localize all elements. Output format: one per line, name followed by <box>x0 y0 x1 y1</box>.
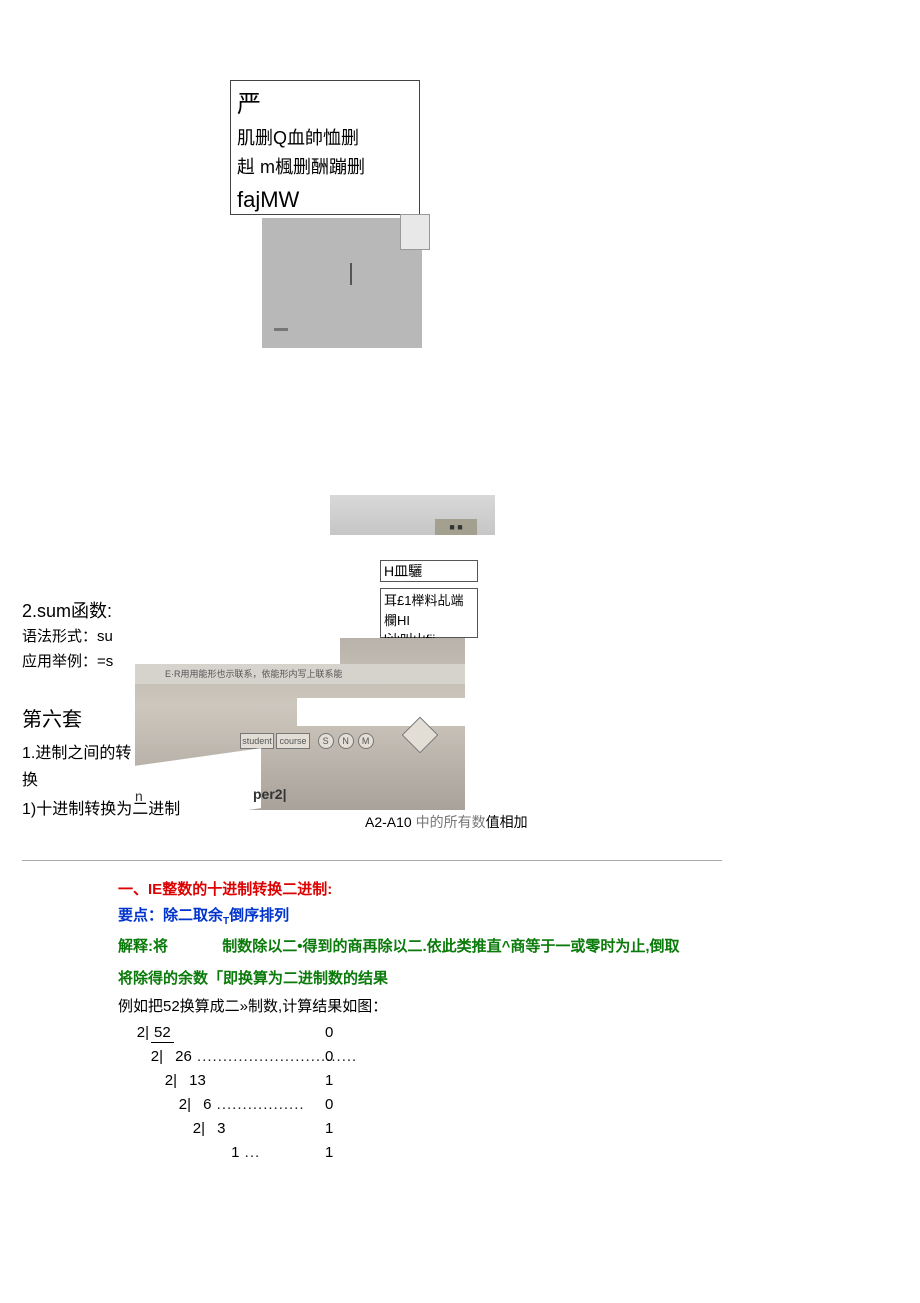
radix-conversion-title: 1.进制之间的转换 <box>22 740 132 794</box>
calc-row: 2| 3 1 <box>135 1120 357 1144</box>
calc-divisor: 2| <box>135 1024 149 1041</box>
small-box-2: 耳£1榉料乩端欄HI l汕叫山fii <box>380 588 478 638</box>
photo1-mark <box>350 263 352 285</box>
calc-row: 2| 6 ................. 0 <box>135 1096 357 1120</box>
calc-remainder: 0 <box>325 1024 333 1041</box>
calc-value: 1 <box>219 1144 240 1161</box>
box1-line2: 肌删Q血帥恤删 <box>237 124 413 153</box>
calc-lead: 2| 3 <box>191 1120 226 1137</box>
decimal-to-binary-heading: 1)十进制转换为二进制 <box>22 796 192 823</box>
green-explain-1: 解释:将 制数除以二•得到的商再除以二.依此类推直^商等于一或零时为止,倒取 <box>118 935 680 956</box>
calc-value: 13 <box>177 1072 206 1089</box>
box1-line1: 严 <box>237 86 413 124</box>
calc-lead: 1 ... <box>205 1144 260 1161</box>
box1-line4: fajMW <box>237 182 413 217</box>
red-heading-post: 整数的十进制转换二进制: <box>162 881 332 898</box>
red-heading-ie: IE <box>148 881 162 898</box>
blue-post: 倒序排列 <box>229 907 289 924</box>
calc-value: 3 <box>205 1120 226 1137</box>
small-box-1: H皿驪 <box>380 560 478 582</box>
calc-row: 1 ...1 <box>135 1144 357 1168</box>
sum-example-line: 应用举例：=s <box>22 650 113 671</box>
er-attr-2: N <box>338 733 354 749</box>
divider-line <box>22 860 722 861</box>
calc-lead: 2| 52 <box>135 1024 174 1043</box>
calc-divisor: 2| <box>149 1048 163 1065</box>
photo3-per2-label: per2| <box>253 786 287 802</box>
red-heading: 一、IE整数的十进制转换二进制: <box>118 878 332 899</box>
calc-value: 52 <box>151 1024 174 1043</box>
calc-divisor: 2| <box>163 1072 177 1089</box>
er-entity-student: student <box>240 733 274 749</box>
photo3-mask-mid <box>297 698 465 726</box>
photo2-tab: ■ ■ <box>435 519 477 535</box>
a2-a10-remark: A2-A10 中的所有数值相加 <box>365 812 528 832</box>
sum-syntax-line: 语法形式：su <box>22 625 113 646</box>
box3-l1: 耳£1榉料乩端欄HI <box>384 591 474 630</box>
photo3-mask-top <box>135 638 340 664</box>
photo3-caption-strip: E·R用用能形也示联系，依能形内写上联系能 <box>135 664 465 684</box>
calc-remainder: 1 <box>325 1144 333 1161</box>
photo-fragment-1 <box>262 218 422 348</box>
green-explain-2: 将除得的余数「即换算为二进制数的结果 <box>118 967 388 988</box>
calc-lead: 2| 6 ................. <box>177 1096 305 1113</box>
calc-divisor: 2| <box>191 1120 205 1137</box>
calc-dots: ... <box>240 1144 261 1161</box>
calc-divisor: 2| <box>177 1096 191 1113</box>
calc-row: 2| 13 1 <box>135 1072 357 1096</box>
example-intro: 例如把52换算成二»制数,计算结果如图： <box>118 995 387 1016</box>
a2a10-pre: A2-A10 <box>365 814 416 830</box>
calc-remainder: 1 <box>325 1072 333 1089</box>
calc-remainder: 1 <box>325 1120 333 1137</box>
er-entity-course: course <box>276 733 310 749</box>
calc-lead: 2| 13 <box>163 1072 206 1089</box>
a2a10-mid: 中的所有数 <box>416 814 486 830</box>
photo-strip-2: ■ ■ <box>330 495 495 535</box>
box1-line3: 赳 m楓删酬蹦删 <box>237 153 413 182</box>
calc-remainder: 0 <box>325 1048 333 1065</box>
er-attr-1: S <box>318 733 334 749</box>
calc-dots: ................. <box>212 1096 305 1113</box>
calc-row: 2| 26 ...............................0 <box>135 1048 357 1072</box>
sum-function-title: 2.sum函数: <box>22 597 112 623</box>
calc-value: 26 <box>163 1048 192 1065</box>
photo1-dash <box>274 328 288 331</box>
garbled-text-box: 严 肌删Q血帥恤删 赳 m楓删酬蹦删 fajMW <box>230 80 420 215</box>
a2a10-post: 值相加 <box>486 814 528 830</box>
er-attr-3: M <box>358 733 374 749</box>
calc-row: 2| 52 0 <box>135 1024 357 1048</box>
red-heading-pre: 一、 <box>118 881 148 898</box>
calc-remainder: 0 <box>325 1096 333 1113</box>
division-calculation: 2| 52 02| 26 ...........................… <box>135 1024 357 1168</box>
green1-a: 解释:将 <box>118 938 168 955</box>
blue-keypoint: 要点：除二取余T倒序排列 <box>118 904 289 927</box>
calc-value: 6 <box>191 1096 212 1113</box>
blue-pre: 要点：除二取余 <box>118 907 223 924</box>
green1-b: 制数除以二•得到的商再除以二.依此类推直^商等于一或零时为止,倒取 <box>222 938 679 955</box>
photo-fragment-3: E·R用用能形也示联系，依能形内写上联系能 studentcourse SNM … <box>135 638 465 810</box>
section-six-heading: 第六套 <box>22 703 82 732</box>
